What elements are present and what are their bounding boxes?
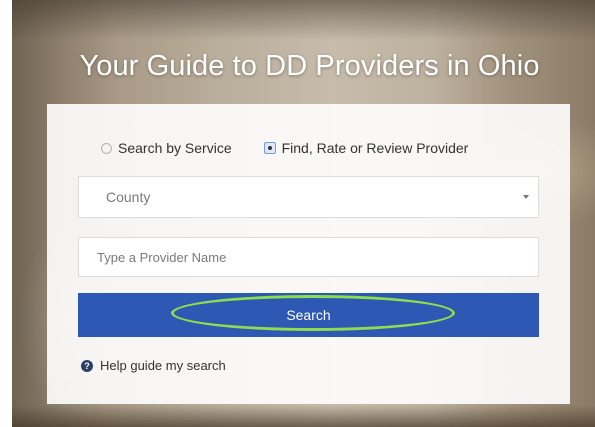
- provider-name-input[interactable]: [78, 237, 539, 277]
- question-circle-icon: ?: [81, 359, 93, 372]
- search-panel: Search by Service Find, Rate or Review P…: [47, 104, 570, 404]
- radio-checked-icon: [263, 142, 276, 154]
- find-rate-review-radio[interactable]: Find, Rate or Review Provider: [263, 140, 469, 156]
- help-guide-label: Help guide my search: [100, 358, 226, 373]
- radio-label: Search by Service: [118, 140, 232, 156]
- county-select[interactable]: County: [78, 176, 539, 218]
- radio-unchecked-icon: [101, 142, 112, 154]
- search-mode-options: Search by Service Find, Rate or Review P…: [101, 140, 468, 156]
- search-button-label: Search: [286, 307, 331, 323]
- radio-label: Find, Rate or Review Provider: [281, 140, 469, 156]
- help-guide-link[interactable]: ? Help guide my search: [81, 358, 226, 373]
- search-by-service-radio[interactable]: Search by Service: [101, 140, 232, 156]
- caret-down-icon: [523, 195, 529, 199]
- page-title: Your Guide to DD Providers in Ohio: [79, 50, 540, 82]
- county-select-value: County: [106, 189, 151, 205]
- search-button[interactable]: Search: [78, 293, 539, 337]
